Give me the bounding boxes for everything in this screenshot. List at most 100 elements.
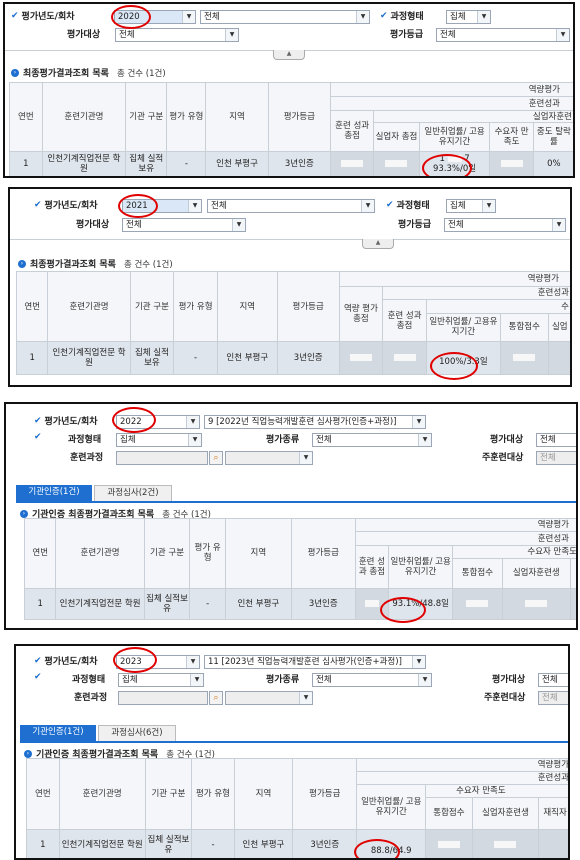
course-type-select[interactable]: 집체 ▼ — [446, 199, 496, 213]
employ-rate-cell: 100%/3.3일 — [425, 341, 501, 375]
col-eval-type: 평가 유형 — [189, 518, 226, 589]
round-select[interactable]: 11 [2023년 직업능력개발훈련 심사평가(인증+과정)] ▼ — [204, 655, 426, 669]
employ-rate-cell: 1 7 93.3%/0일 — [418, 150, 491, 176]
chevron-down-icon: ▼ — [188, 434, 201, 446]
panel-2021: ✔ 평가년도/회차 2021 ▼ 전체 ▼ ✔ 과정형태 집체 ▼ 평가대상 전체 ▼ 평가… — [8, 187, 572, 387]
col-total-score: 통합점수 — [425, 796, 473, 830]
col-org-type: 기관 구분 — [125, 82, 168, 152]
round-select[interactable]: 9 [2022년 직업능력개발훈련 심사평가(인증+과정)] ▼ — [204, 415, 426, 429]
redacted-cell — [569, 587, 576, 621]
target-select[interactable]: 전체 — [536, 433, 576, 447]
redacted-cell — [452, 587, 503, 621]
training-course-label: 훈련과정 — [70, 453, 104, 463]
col-capacity-score: 역량 평가 총점 — [338, 286, 384, 343]
col-no: 연번 — [15, 270, 49, 343]
bullet-icon: › — [18, 259, 26, 268]
training-course-select[interactable]: ▼ — [225, 691, 313, 705]
tab-course[interactable]: 과정심사(2건) — [94, 485, 172, 501]
grade-select[interactable]: 전체 ▼ — [436, 28, 570, 42]
round-select[interactable]: 전체 ▼ — [207, 199, 375, 213]
year-label: 평가년도/회차 — [44, 657, 98, 667]
chevron-down-icon: ▼ — [356, 11, 369, 23]
bullet-icon: › — [24, 749, 32, 758]
training-course-select[interactable]: ▼ — [225, 451, 313, 465]
year-select[interactable]: 2020 ▼ — [114, 10, 196, 24]
check-icon: ✔ — [34, 432, 42, 442]
tab-cert[interactable]: 기관인증(1건) — [20, 725, 96, 741]
tab-course[interactable]: 과정심사(6건) — [98, 725, 176, 741]
check-icon: ✔ — [34, 415, 42, 426]
result-table: 연번 훈련기관명 기관 구분 평가 유형 지역 평가등급 역량평가 훈련성과 일… — [26, 758, 568, 858]
chevron-down-icon: ▼ — [188, 200, 201, 212]
year-select[interactable]: 2022 ▼ — [116, 415, 200, 429]
table-row[interactable]: 1 인천기계직업전문 학원 집체 실적보유 - 인천 부평구 3년인증 1 79… — [9, 150, 573, 176]
target-select[interactable]: 전체 ▼ — [122, 218, 246, 232]
col-employ-rate: 일반취업률/ 고용유지기간 — [418, 122, 491, 152]
col-training-score: 훈련 성과 총점 — [329, 110, 375, 152]
course-type-select[interactable]: 집체 ▼ — [116, 433, 202, 447]
col-satisfaction: 수요자 만족도 — [489, 122, 534, 152]
training-course-input[interactable] — [118, 691, 208, 705]
check-icon: ✔ — [11, 10, 19, 21]
col-region: 지역 — [205, 82, 269, 152]
year-label: 평가년도/회차 — [44, 417, 98, 427]
kind-select[interactable]: 전체 ▼ — [312, 673, 432, 687]
col-grade: 평가등급 — [276, 270, 340, 343]
col-eval-type: 평가 유형 — [191, 758, 235, 830]
check-icon: ✔ — [34, 199, 42, 210]
col-eval-type: 평가 유형 — [173, 270, 218, 343]
bullet-icon: › — [20, 509, 28, 518]
col-training-result: 훈련성과 — [356, 770, 568, 785]
course-type-select[interactable]: 집체 ▼ — [446, 10, 491, 24]
redacted-cell — [501, 587, 571, 621]
col-unemployed: 수 — [425, 299, 570, 314]
redacted-cell — [425, 828, 473, 858]
employ-rate-cell: 93.1%/48.8일 — [388, 587, 454, 621]
kind-select[interactable]: 전체 ▼ — [312, 433, 432, 447]
total-count: 총 건수 (1건) — [116, 68, 166, 79]
total-count: 총 건수 (1건) — [123, 259, 173, 270]
col-org: 훈련기관명 — [47, 270, 131, 343]
table-row[interactable]: 1 인천기계직업전문 학원 집체 실적보유 - 인천 부평구 3년인증 93.1… — [23, 587, 576, 621]
target-select[interactable]: 전체 ▼ — [115, 28, 239, 42]
col-capacity: 역량평가 — [329, 81, 573, 98]
chevron-down-icon: ▼ — [556, 29, 569, 41]
main-target-select[interactable]: 전체 — [538, 691, 568, 705]
chevron-down-icon: ▼ — [232, 219, 245, 231]
year-select[interactable]: 2023 ▼ — [116, 655, 200, 669]
col-unemployed-score: 실업자 총점 — [373, 122, 420, 152]
redacted-cell — [499, 341, 549, 375]
chevron-down-icon: ▼ — [482, 200, 495, 212]
grade-select[interactable]: 전체 ▼ — [444, 218, 566, 232]
col-unemployed: 실업자훈련 — [373, 110, 573, 124]
tab-cert[interactable]: 기관인증(1건) — [16, 485, 92, 501]
redacted-cell — [547, 341, 570, 375]
course-type-select[interactable]: 집체 ▼ — [118, 673, 204, 687]
result-table: 연번 훈련기관명 기관 구분 평가 유형 지역 평가등급 역량평가 역량 평가 … — [15, 270, 570, 375]
col-unemployed-trainee: 실업 — [547, 312, 570, 343]
col-capacity: 역량평가 — [354, 517, 576, 533]
col-region: 지역 — [216, 270, 278, 343]
dropout-cell: 0% — [532, 150, 573, 176]
col-total-score: 통합점수 — [452, 558, 503, 589]
search-icon[interactable]: ⌕ — [209, 691, 223, 705]
kind-label: 평가종류 — [266, 435, 300, 445]
result-table: 연번 훈련기관명 기관 구분 평가 유형 지역 평가등급 역량평가 훈련성과 훈… — [23, 517, 576, 621]
main-target-select[interactable]: 전체 — [536, 451, 576, 465]
round-select[interactable]: 전체 ▼ — [200, 10, 370, 24]
table-row[interactable]: 1 인천기계직업전문 학원 집체 실적보유 - 인천 부평구 3년인증 88.8… — [26, 828, 568, 858]
training-course-input[interactable] — [116, 451, 208, 465]
collapse-handle[interactable]: ▲ — [273, 50, 305, 60]
col-org: 훈련기관명 — [58, 758, 146, 830]
col-region: 지역 — [233, 758, 294, 830]
main-target-label: 주훈련대상 — [482, 453, 524, 463]
course-type-label: 과정형태 — [72, 675, 106, 685]
target-label: 평가대상 — [76, 220, 110, 230]
search-icon[interactable]: ⌕ — [209, 451, 223, 465]
collapse-handle[interactable]: ▲ — [362, 239, 394, 249]
panel-2022: ✔ 평가년도/회차 2022 ▼ 9 [2022년 직업능력개발훈련 심사평가(인증… — [4, 402, 578, 630]
main-target-label: 주훈련대상 — [484, 693, 526, 703]
year-select[interactable]: 2021 ▼ — [122, 199, 202, 213]
table-row[interactable]: 1 인천기계직업전문 학원 집체 실적보유 - 인천 부평구 3년인증 100%… — [15, 341, 570, 375]
target-select[interactable]: 전체 — [538, 673, 568, 687]
